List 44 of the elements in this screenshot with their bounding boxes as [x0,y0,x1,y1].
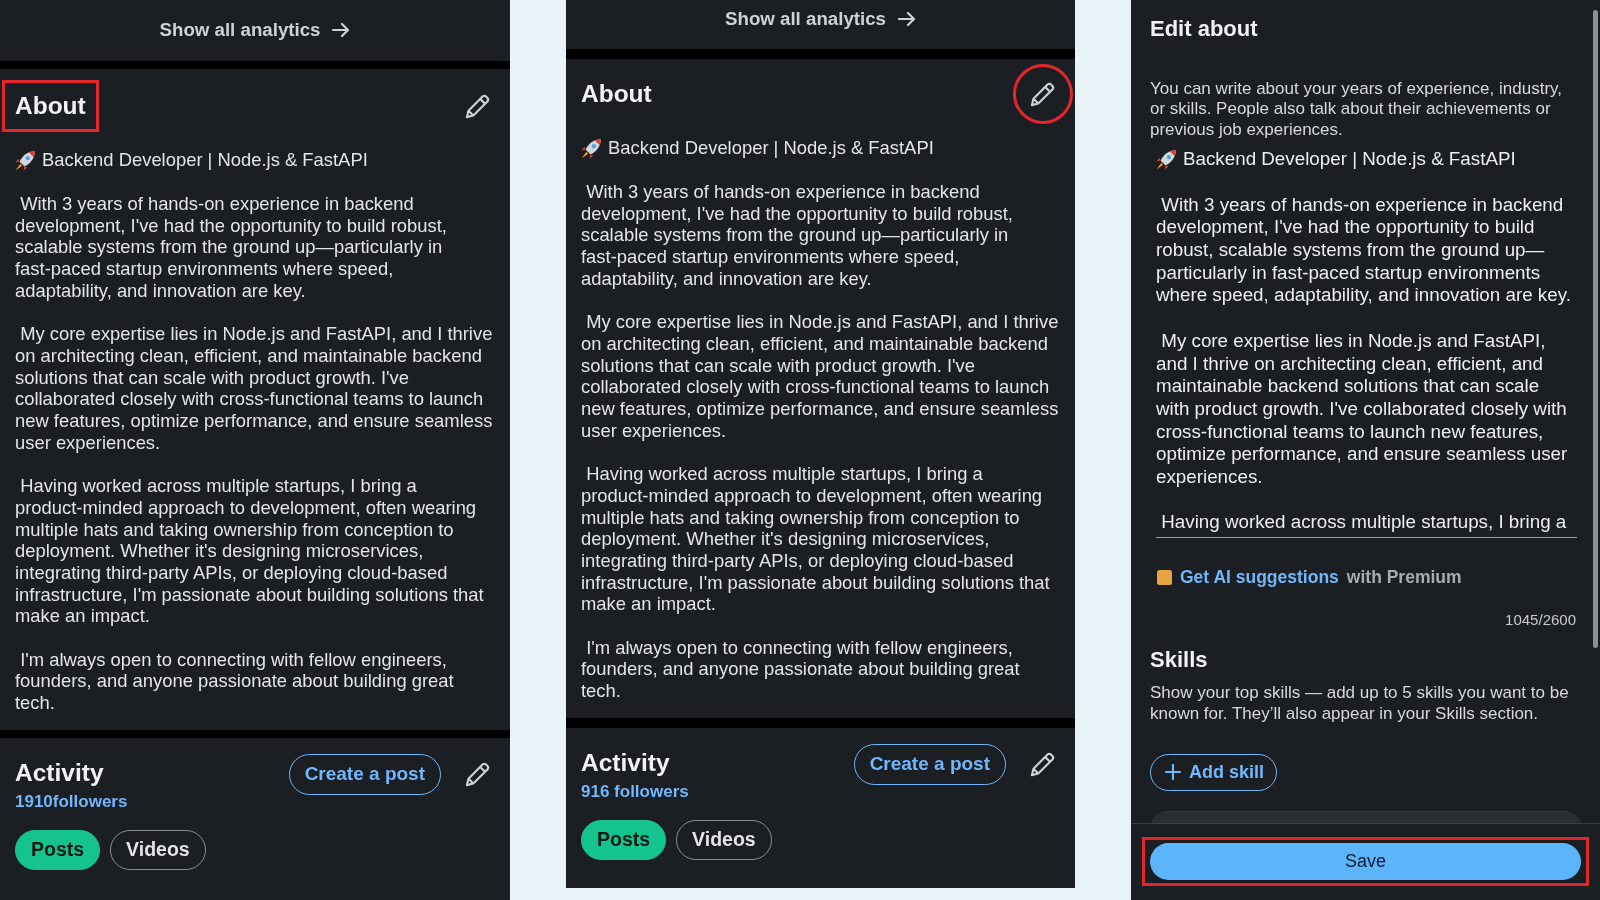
save-button[interactable]: Save [1150,843,1581,880]
section-heading: Activity [581,748,670,777]
plus-icon [1165,764,1181,781]
about-text-field[interactable]: Backend Developer | Node.js & FastAPI With 3 years of hands-on experience in backend development, I've had the opportunity to build robust, scalable systems from the ground up—particularly in fast-paced startup environments where speed, adaptability, and innovation are key. My core expertise lies in Node.js and FastAPI, and I thrive on architecting clean, efficient, and maintainable backend solutions that can scale with product growth. I've collaborated closely with cross-functional teams to launch new features, optimize performance, and ensure seamless user experiences. Having worked across multiple startups, I bring a [1156,148,1577,539]
section-heading: About [15,92,86,120]
about-paragraph: With 3 years of hands-on experience in backend development, I've had the opportunity to build robust, scalable systems from the ground up—particularly in fast-paced startup environments where speed, adaptability, and innovation are key. [15,193,448,302]
skills-description: Show your top skills — add up to 5 skills you want to be known for. They’ll also appear in your Skills section. [1150,683,1570,724]
filter-chip[interactable]: Posts [15,829,101,870]
pencil-icon [1030,751,1056,778]
section-heading: Activity [15,758,104,787]
rocket-icon [1156,149,1177,171]
pencil-icon [465,761,491,788]
about-paragraph: Having worked across multiple startups, I bring a product-minded approach to development, often wearing multiple hats and taking ownership from conception to deployment. Whether it's designing microservices, integrating third-party APIs, or deploying cloud-based infrastructure, I'm passionate about building solutions that make an impact. [15,475,485,628]
rocket-icon [581,137,602,159]
headline-text: Backend Developer | Node.js & FastAPI [42,149,368,171]
edit-button[interactable] [465,761,491,788]
ai-suggestions-link[interactable]: Get AI suggestions [1180,566,1339,589]
pencil-icon [1030,81,1056,107]
show-analytics-link[interactable]: Show all analytics [725,7,916,30]
about-paragraph: With 3 years of hands-on experience in backend development, I've had the opportunity to build robust, scalable systems from the ground up—particularly in fast-paced startup environments where speed, adaptability, and innovation are key. [581,181,1014,290]
about-paragraph: My core expertise lies in Node.js and FastAPI, and I thrive on architecting clean, efficient, and maintainable backend solutions that can scale with product growth. I've collaborated closely with cross-functional teams to launch new features, optimize performance, and ensure seamless user experiences. [581,311,1060,442]
edit-button[interactable] [1030,81,1056,107]
about-paragraph: I'm always open to connecting with fellow engineers, founders, and anyone passionate about building great tech. [581,636,1021,702]
premium-icon [1157,569,1172,585]
hint-text: You can write about your years of experience, industry, or skills. People also talk about their achievements or previous job experiences. [1150,79,1563,141]
about-paragraph: Having worked across multiple startups, I bring a product-minded approach to development, often wearing multiple hats and taking ownership from conception to deployment. Whether it's designing microservices, integrating third-party APIs, or deploying cloud-based infrastructure, I'm passionate about building solutions that make an impact. [581,463,1051,616]
show-analytics-link[interactable]: Show all analytics [159,18,351,41]
premium-text: with Premium [1346,566,1462,589]
section-heading: Skills [1150,647,1209,674]
edit-button[interactable] [1030,751,1056,778]
about-paragraph: I'm always open to connecting with fellow engineers, founders, and anyone passionate about building great tech. [15,648,455,714]
followers-link[interactable]: 916 followers [581,781,689,802]
edit-button[interactable] [465,93,491,119]
about-paragraph: My core expertise lies in Node.js and FastAPI, and I thrive on architecting clean, efficient, and maintainable backend solutions that can scale with product growth. I've collaborated closely with cross-functional teams to launch new features, optimize performance, and ensure seamless user experiences. [15,323,494,454]
headline-text: Backend Developer | Node.js & FastAPI [608,137,934,159]
followers-link[interactable]: 1910followers [15,791,128,812]
panel-title: Edit about [1150,16,1259,42]
pencil-icon [465,93,491,119]
arrow-right-icon [898,11,916,26]
rocket-icon [15,149,36,171]
character-counter: 1045/2600 [1504,611,1576,630]
arrow-right-icon [332,22,351,37]
filter-chip[interactable]: Posts [581,819,667,860]
section-heading: About [581,80,652,108]
